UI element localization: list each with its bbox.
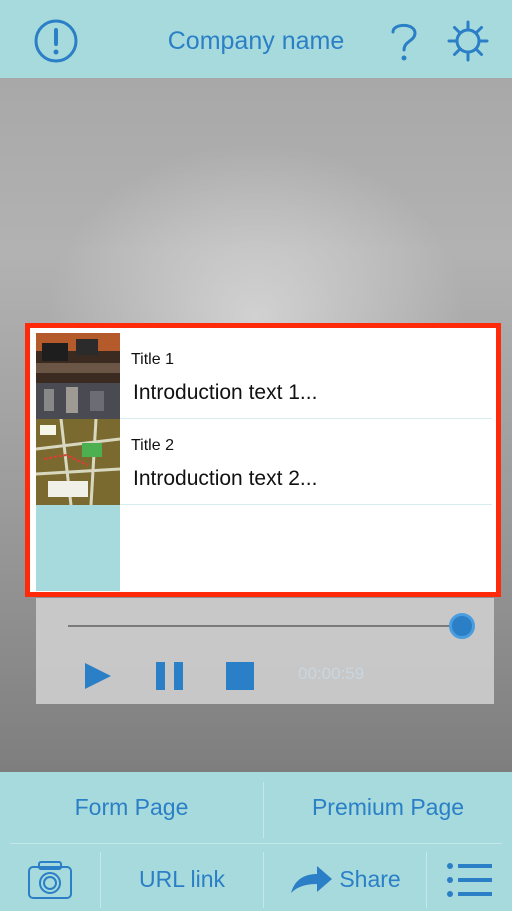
- thumbnail-map: [36, 419, 120, 505]
- list-item[interactable]: Title 2 Introduction text 2...: [36, 419, 492, 505]
- play-icon: [85, 663, 111, 689]
- thumbnail-placeholder: [36, 505, 120, 591]
- page-title: Company name: [167, 27, 345, 55]
- help-icon[interactable]: [380, 17, 428, 65]
- share-arrow-icon: [291, 865, 333, 893]
- playback-time: 00:00:59: [298, 664, 365, 683]
- top-bar: Company name: [0, 0, 512, 78]
- playback-slider-thumb[interactable]: [449, 613, 475, 639]
- list-item[interactable]: [36, 505, 492, 591]
- item-title: Title 1: [131, 351, 174, 368]
- bottom-bar: Form Page Premium Page URL link Share: [0, 772, 512, 911]
- playback-slider-track[interactable]: [68, 625, 462, 627]
- pause-icon: [156, 662, 183, 690]
- media-player: 00:00:59: [36, 598, 494, 704]
- stop-icon: [226, 662, 254, 690]
- camera-button[interactable]: [0, 848, 100, 911]
- premium-page-button[interactable]: Premium Page: [264, 772, 512, 842]
- item-intro-text: Introduction text 1...: [133, 381, 318, 404]
- thumbnail-restaurant: [36, 333, 120, 419]
- divider: [10, 843, 502, 844]
- url-link-button[interactable]: URL link: [101, 848, 263, 911]
- play-button[interactable]: [82, 660, 114, 692]
- menu-list-icon: [446, 862, 492, 897]
- list-item[interactable]: Title 1 Introduction text 1...: [36, 333, 492, 419]
- alert-icon[interactable]: [32, 17, 80, 65]
- item-intro-text: Introduction text 2...: [133, 467, 318, 490]
- content-list-highlight: Title 1 Introduction text 1... Title 2 I…: [25, 323, 501, 597]
- camera-icon: [28, 860, 72, 899]
- item-title: Title 2: [131, 437, 174, 454]
- menu-button[interactable]: [427, 848, 512, 911]
- form-page-button[interactable]: Form Page: [0, 772, 263, 842]
- gear-icon[interactable]: [444, 17, 492, 65]
- share-label: Share: [339, 866, 401, 892]
- share-button[interactable]: Share: [264, 848, 426, 911]
- stop-button[interactable]: [224, 660, 256, 692]
- pause-button[interactable]: [154, 660, 186, 692]
